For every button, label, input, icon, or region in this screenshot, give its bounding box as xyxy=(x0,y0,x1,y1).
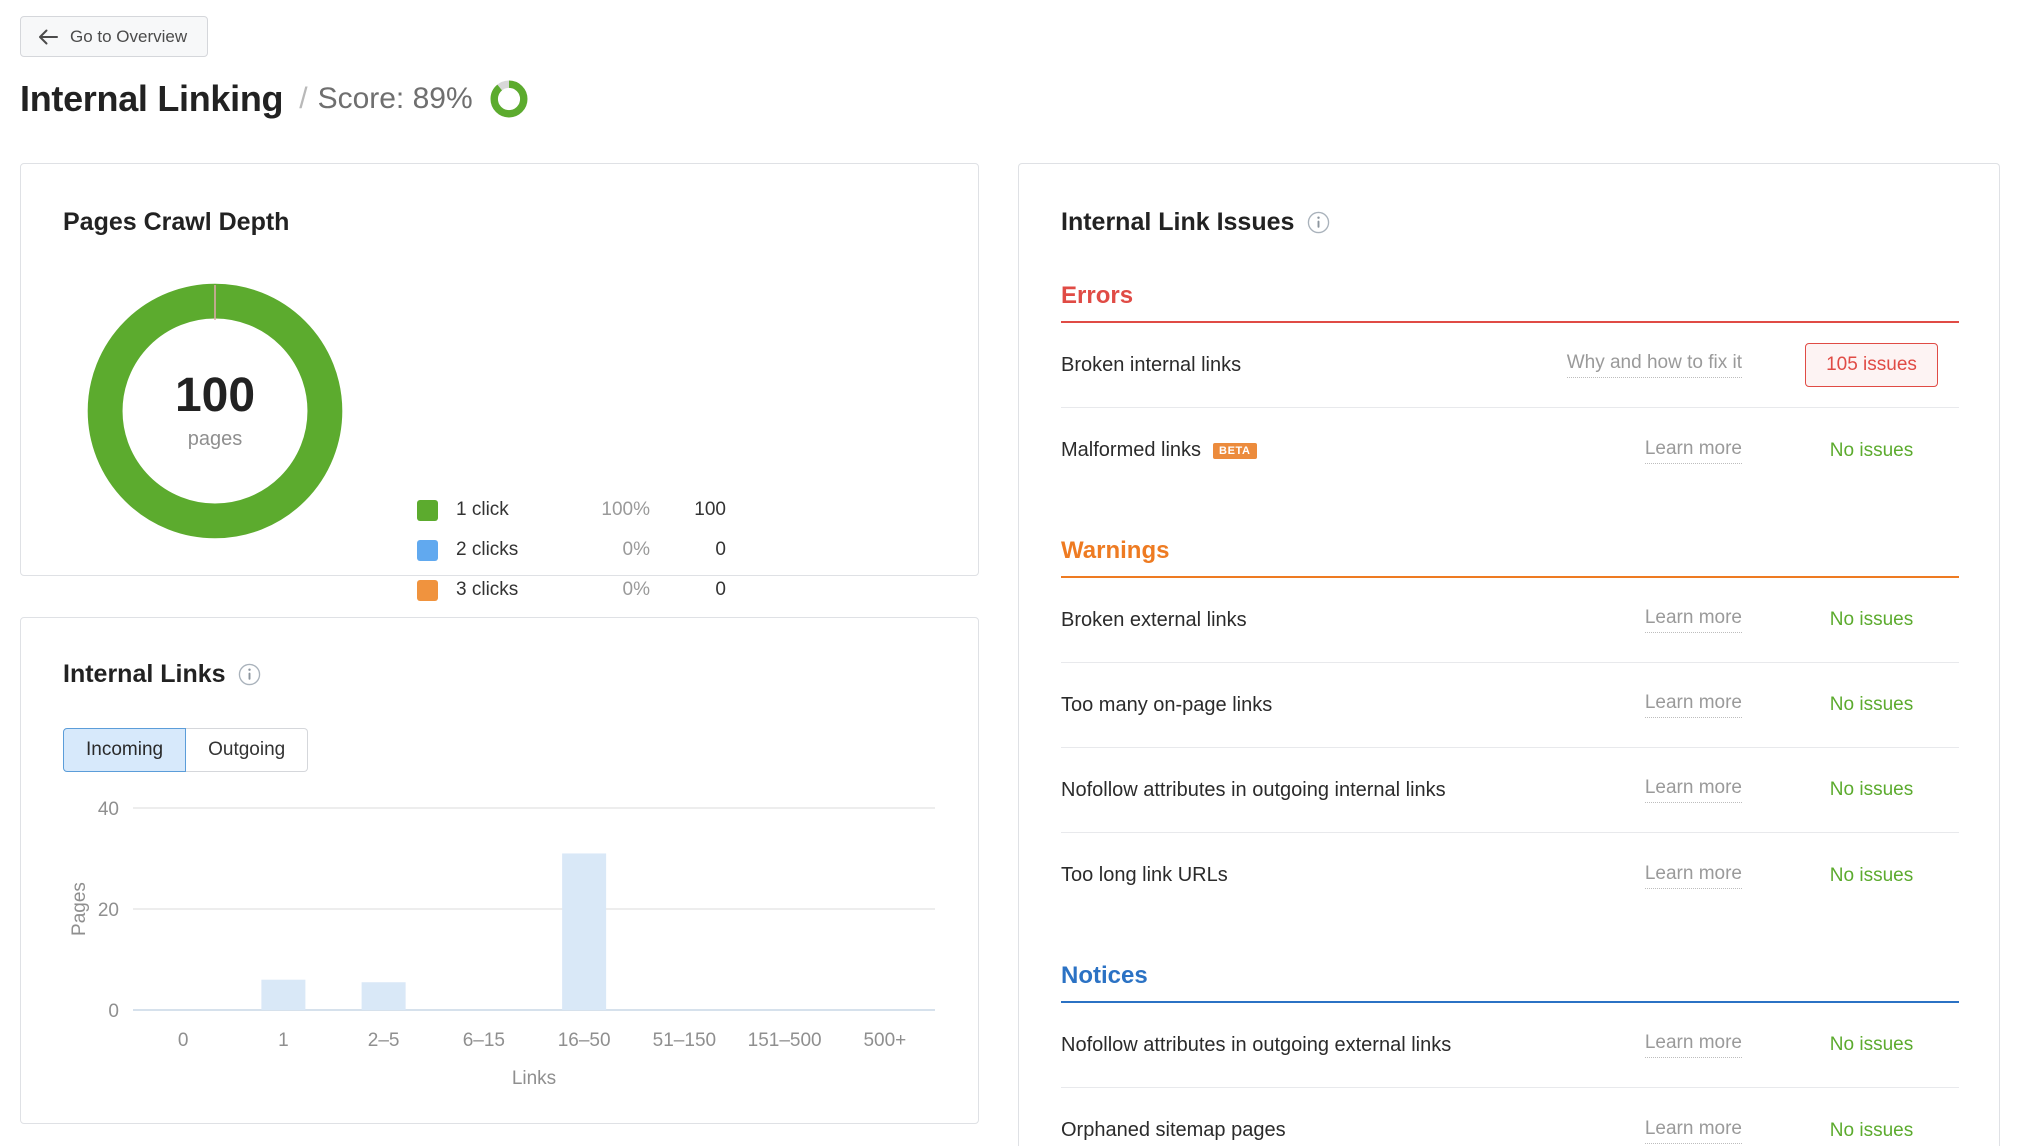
legend-row: 3 clicks 0% 0 xyxy=(417,570,726,610)
page-header: Internal Linking / Score: 89% xyxy=(20,78,528,120)
internal-link-issues-card: Internal Link Issues Errors Broken intern… xyxy=(1018,163,2000,1146)
legend-value: 0 xyxy=(715,539,726,560)
section-heading: Warnings xyxy=(1061,537,1170,564)
x-tick-label: 0 xyxy=(178,1030,189,1051)
x-tick-label: 2–5 xyxy=(368,1030,400,1051)
arrow-left-icon xyxy=(37,26,59,48)
donut-unit: pages xyxy=(187,427,243,450)
issue-count-badge: 105 issues xyxy=(1784,343,1959,387)
x-tick-label: 500+ xyxy=(863,1030,906,1051)
internal-links-header: Internal Links xyxy=(63,660,261,689)
go-to-overview-label: Go to Overview xyxy=(70,26,188,46)
issue-name: Nofollow attributes in outgoing internal… xyxy=(1061,778,1446,801)
legend-percent: 100% xyxy=(601,499,650,520)
legend-row: 1 click 100% 100 xyxy=(417,490,726,530)
go-to-overview-button[interactable]: Go to Overview xyxy=(20,16,209,57)
issue-status: No issues xyxy=(1829,864,1914,886)
x-tick-label: 6–15 xyxy=(463,1030,505,1051)
donut-value: 100 xyxy=(174,368,256,422)
issue-row: Broken external links Learn more No issues xyxy=(1061,578,1959,663)
beta-badge: BETA xyxy=(1213,442,1257,459)
internal-link-issues-header: Internal Link Issues xyxy=(1061,208,1330,237)
score-ring-icon xyxy=(490,80,528,118)
legend-label: 3 clicks xyxy=(456,579,519,600)
issue-name: Broken internal links xyxy=(1061,353,1242,376)
legend-value: 0 xyxy=(715,579,726,600)
internal-link-issues-title: Internal Link Issues xyxy=(1061,208,1295,236)
x-tick-label: 151–500 xyxy=(748,1030,822,1051)
tab-incoming[interactable]: Incoming xyxy=(63,728,187,772)
issue-name: Malformed links BETA xyxy=(1061,439,1645,462)
y-tick-label: 20 xyxy=(98,900,119,921)
info-icon[interactable] xyxy=(238,663,261,686)
issue-help-link[interactable]: Learn more xyxy=(1644,692,1742,718)
pages-crawl-depth-card: Pages Crawl Depth 100 pages 1 click 100% 1… xyxy=(20,163,979,641)
info-icon[interactable] xyxy=(1307,211,1330,234)
issue-status: No issues xyxy=(1829,1119,1914,1141)
internal-links-title: Internal Links xyxy=(63,660,226,688)
issue-status: No issues xyxy=(1829,609,1914,630)
section-heading: Notices xyxy=(1061,962,1148,989)
issue-row: Broken internal links Why and how to fix … xyxy=(1061,323,1959,408)
issue-row: Too many on-page links Learn more No issue… xyxy=(1061,663,1959,748)
issue-name: Nofollow attributes in outgoing external… xyxy=(1061,1033,1452,1056)
internal-links-tabs[interactable]: Incoming Outgoing xyxy=(63,728,309,772)
issue-help-link[interactable]: Learn more xyxy=(1644,863,1742,889)
issue-name: Too many on-page links xyxy=(1061,693,1273,716)
issue-status: No issues xyxy=(1829,694,1914,715)
issue-status: No issues xyxy=(1829,439,1914,461)
bar[interactable] xyxy=(261,979,306,1010)
issues-section: Warnings Broken external links Learn more N… xyxy=(1061,537,1959,918)
title-separator: / xyxy=(299,82,308,115)
issue-row: Orphaned sitemap pages Learn more No issue… xyxy=(1061,1088,1959,1146)
bar[interactable] xyxy=(562,853,607,1010)
legend-label: 2 clicks xyxy=(456,539,519,560)
issue-help-link[interactable]: Learn more xyxy=(1644,438,1742,464)
x-tick-label: 16–50 xyxy=(558,1030,611,1051)
y-tick-label: 0 xyxy=(108,1001,119,1022)
legend-color-swatch xyxy=(417,539,438,561)
issue-help-link[interactable]: Learn more xyxy=(1644,777,1742,803)
legend-color-swatch xyxy=(417,499,438,521)
legend-value: 100 xyxy=(694,499,726,520)
bar[interactable] xyxy=(361,982,406,1010)
internal-links-bar-chart: 0 20 40 0 1 2–5 6–15 16–50 51–150 151–500 500+ Link… xyxy=(63,799,943,1090)
issue-row: Nofollow attributes in outgoing external… xyxy=(1061,1003,1959,1088)
issue-help-link[interactable]: Learn more xyxy=(1644,607,1742,633)
y-axis-label: Pages xyxy=(69,882,90,936)
x-axis-label: Links xyxy=(512,1068,556,1089)
issue-row: Nofollow attributes in outgoing internal… xyxy=(1061,748,1959,833)
legend-percent: 0% xyxy=(622,539,650,560)
issues-count-button[interactable]: 105 issues xyxy=(1805,343,1938,387)
issue-help-link[interactable]: Learn more xyxy=(1644,1118,1742,1144)
issues-section: Notices Nofollow attributes in outgoing e… xyxy=(1061,962,1959,1146)
legend-color-swatch xyxy=(417,579,438,601)
legend-label: 1 click xyxy=(456,499,509,520)
score-label: Score: 89% xyxy=(317,82,473,115)
section-heading: Errors xyxy=(1061,282,1134,309)
donut-center-labels: 100 pages xyxy=(81,277,349,545)
issue-help-link[interactable]: Learn more xyxy=(1644,1032,1742,1058)
issue-name: Broken external links xyxy=(1061,608,1247,631)
issue-name: Too long link URLs xyxy=(1061,864,1228,886)
issue-row: Malformed links BETA Learn more No issues xyxy=(1061,408,1959,493)
legend-percent: 0% xyxy=(622,579,650,600)
y-tick-label: 40 xyxy=(98,800,119,820)
issue-status: No issues xyxy=(1829,1034,1914,1055)
issues-section: Errors Broken internal links Why and how t… xyxy=(1061,282,1959,493)
pages-crawl-depth-title: Pages Crawl Depth xyxy=(63,208,290,236)
x-tick-label: 51–150 xyxy=(653,1030,716,1051)
internal-linking-page: Go to Overview Internal Linking / Score:… xyxy=(0,0,2020,1146)
x-tick-label: 1 xyxy=(278,1030,289,1051)
issue-row: Too long link URLs Learn more No issues xyxy=(1061,833,1959,918)
tab-outgoing[interactable]: Outgoing xyxy=(186,728,309,772)
crawl-depth-donut-chart: 100 pages xyxy=(81,277,349,545)
legend-row: 2 clicks 0% 0 xyxy=(417,530,726,570)
issue-help-link[interactable]: Why and how to fix it xyxy=(1566,352,1742,378)
page-title: Internal Linking xyxy=(20,78,284,119)
issue-status: No issues xyxy=(1829,779,1914,800)
issue-name: Orphaned sitemap pages xyxy=(1061,1119,1286,1141)
internal-links-card: Internal Links Incoming Outgoing 0 20 40 0 1… xyxy=(20,617,979,1124)
